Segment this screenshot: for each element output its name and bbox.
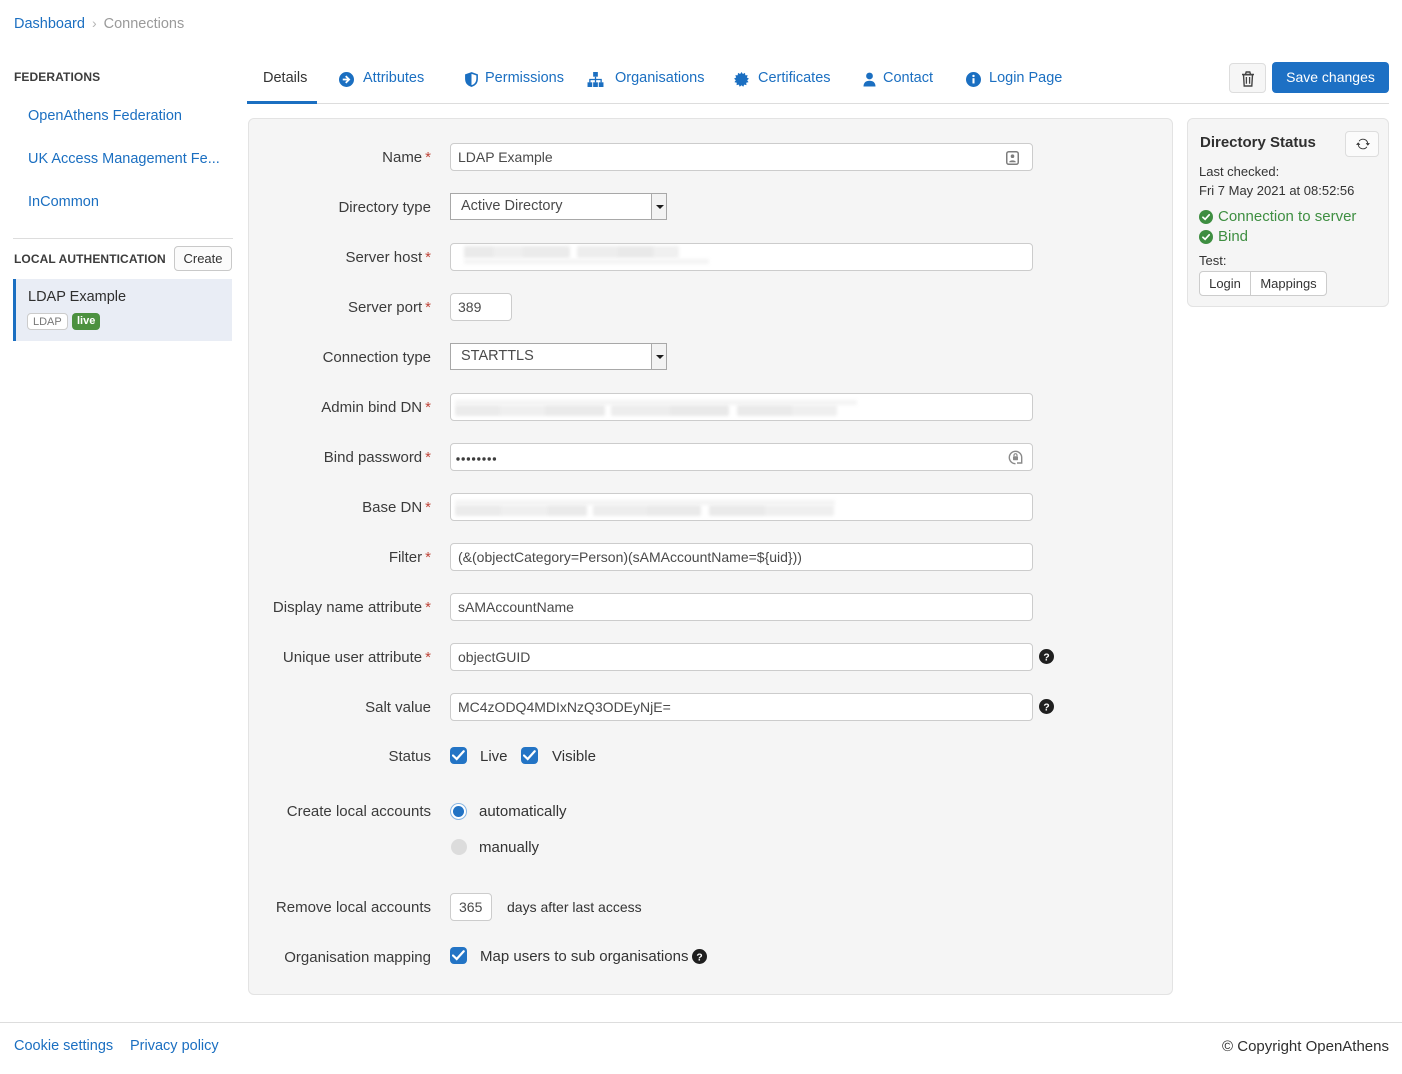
svg-text:?: ? bbox=[696, 952, 702, 963]
svg-text:?: ? bbox=[1043, 702, 1049, 713]
svg-text:?: ? bbox=[1043, 652, 1049, 663]
